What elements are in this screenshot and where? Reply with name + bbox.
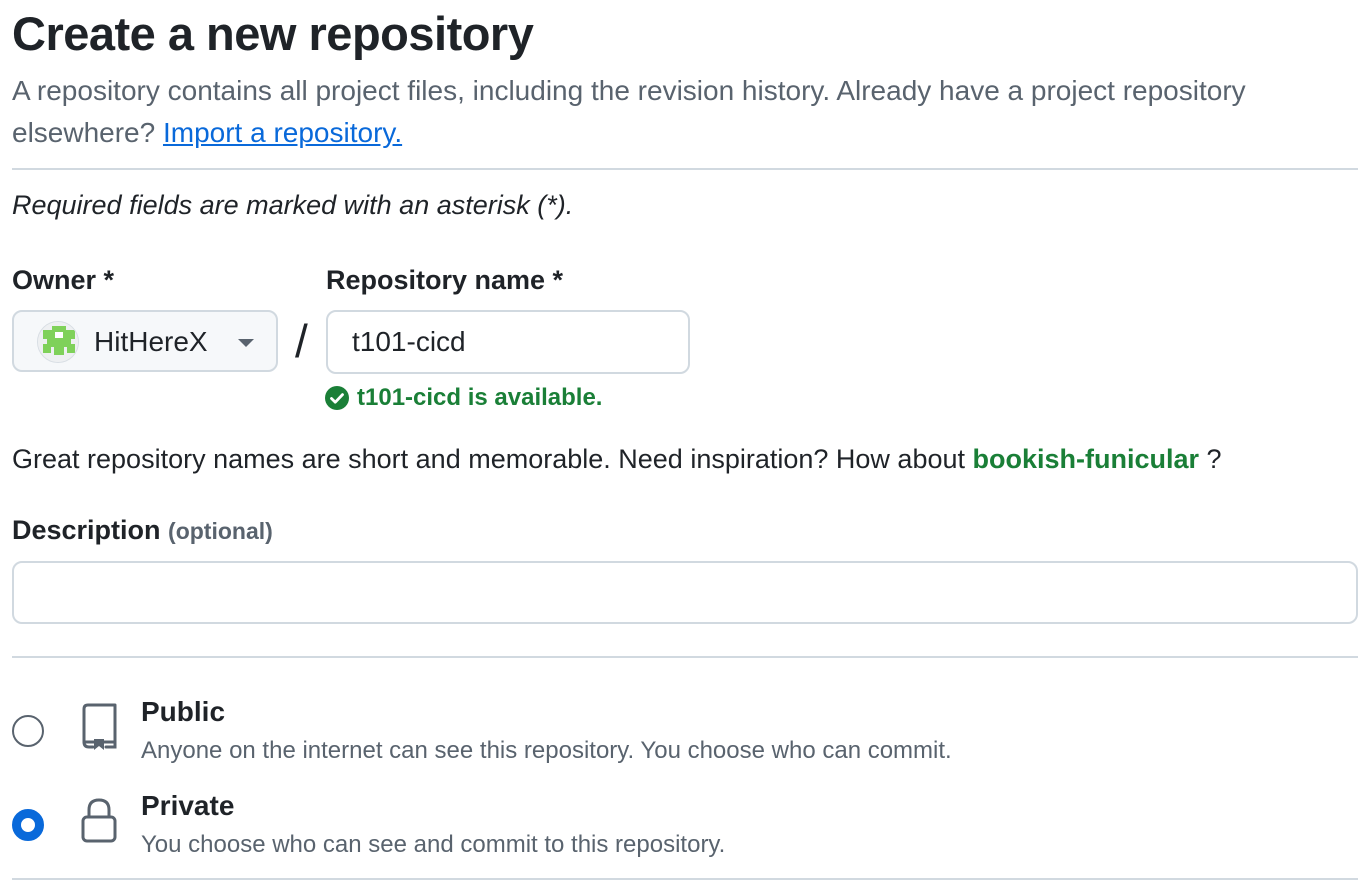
page-subtitle: A repository contains all project files,… xyxy=(12,70,1332,154)
name-availability: t101-cicd is available. xyxy=(325,384,602,412)
description-input[interactable] xyxy=(12,561,1358,624)
description-label-text: Description xyxy=(12,515,161,545)
private-radio[interactable] xyxy=(12,809,44,841)
public-description: Anyone on the internet can see this repo… xyxy=(141,737,952,764)
description-divider xyxy=(12,656,1358,658)
inspiration-text: Great repository names are short and mem… xyxy=(12,444,965,474)
availability-message: t101-cicd is available. xyxy=(357,384,603,411)
page-title: Create a new repository xyxy=(12,7,534,60)
public-radio[interactable] xyxy=(12,715,44,747)
repository-name-label: Repository name * xyxy=(326,265,564,295)
suggested-name-button[interactable]: bookish-funicular xyxy=(973,444,1200,474)
owner-repo-separator: / xyxy=(295,315,308,367)
owner-label: Owner * xyxy=(12,265,115,295)
name-inspiration: Great repository names are short and mem… xyxy=(12,444,1222,475)
optional-tag: (optional) xyxy=(168,518,273,544)
required-fields-note: Required fields are marked with an aster… xyxy=(12,190,574,220)
visibility-divider xyxy=(12,878,1358,880)
repo-icon xyxy=(82,703,117,750)
import-repository-link[interactable]: Import a repository. xyxy=(163,117,402,148)
repository-name-input[interactable] xyxy=(326,310,690,374)
header-divider xyxy=(12,168,1358,170)
public-title: Public xyxy=(141,696,226,727)
private-description: You choose who can see and commit to thi… xyxy=(141,831,726,858)
description-label: Description (optional) xyxy=(12,515,273,546)
caret-down-icon xyxy=(238,339,254,347)
private-title: Private xyxy=(141,790,235,821)
inspiration-suffix: ? xyxy=(1206,444,1222,474)
owner-select-button[interactable]: HitHereX xyxy=(12,310,278,372)
lock-icon xyxy=(81,798,117,843)
check-circle-icon xyxy=(325,386,349,410)
avatar xyxy=(37,321,79,363)
owner-name: HitHereX xyxy=(94,326,208,357)
